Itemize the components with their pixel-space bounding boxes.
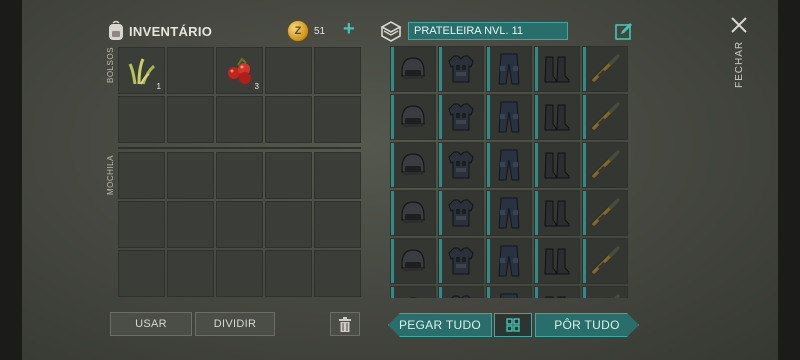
shelf-slot[interactable] [390, 94, 436, 140]
shelf-slot[interactable] [582, 46, 628, 92]
backpack-slot[interactable] [118, 201, 165, 248]
close-icon[interactable] [728, 14, 750, 36]
pocket-slot[interactable] [265, 47, 312, 94]
coin-icon: Z [287, 20, 309, 42]
backpack-slot[interactable] [265, 152, 312, 199]
coin-balance: Z 51 [287, 20, 325, 42]
grass-icon [128, 57, 155, 84]
backpack-slot[interactable] [216, 250, 263, 297]
backpack-slot[interactable] [216, 201, 263, 248]
shelf-slot[interactable] [582, 190, 628, 236]
backpack-slot[interactable] [314, 201, 361, 248]
pockets-grid: 1 3 [118, 47, 361, 143]
add-coins-button[interactable]: + [343, 19, 355, 39]
edit-name-icon[interactable] [615, 22, 633, 40]
shelf-scroll-area[interactable] [390, 46, 635, 298]
shelf-slot[interactable] [438, 238, 484, 284]
shelf-slot[interactable] [486, 238, 532, 284]
backpack-slot[interactable] [118, 152, 165, 199]
shelf-slot[interactable] [534, 46, 580, 92]
backpack-slot[interactable] [265, 201, 312, 248]
pocket-slot[interactable] [314, 96, 361, 143]
shelf-title: PRATELEIRA NVL. 11 [408, 22, 568, 40]
shelf-slot[interactable] [582, 142, 628, 188]
inventory-header: INVENTÁRIO [107, 16, 212, 46]
pocket-slot[interactable] [118, 96, 165, 143]
shelf-slot[interactable] [582, 94, 628, 140]
use-button[interactable]: USAR [110, 312, 192, 336]
shelf-slot[interactable] [438, 46, 484, 92]
shelf-slot[interactable] [534, 286, 580, 298]
shelf-slot[interactable] [390, 46, 436, 92]
backpack-slot[interactable] [265, 250, 312, 297]
shelf-header: PRATELEIRA NVL. 11 [380, 20, 568, 42]
shelf-slot[interactable] [534, 190, 580, 236]
backpack-slot[interactable] [216, 152, 263, 199]
item-quantity: 3 [254, 82, 259, 91]
pocket-slot[interactable] [265, 96, 312, 143]
coin-count: 51 [314, 25, 326, 37]
shelf-slot[interactable] [390, 142, 436, 188]
pockets-label: BOLSOS [106, 47, 115, 83]
take-all-button[interactable]: PEGAR TUDO [388, 313, 492, 337]
berries-icon [227, 56, 251, 84]
pocket-slot[interactable] [167, 96, 214, 143]
trash-button[interactable] [330, 312, 360, 336]
pocket-slot[interactable]: 1 [118, 47, 165, 94]
shelf-slot[interactable] [390, 286, 436, 298]
backpack-slot[interactable] [118, 250, 165, 297]
backpack-slot[interactable] [314, 152, 361, 199]
pocket-slot[interactable] [167, 47, 214, 94]
backpack-icon [109, 20, 123, 40]
backpack-slot[interactable] [167, 250, 214, 297]
shelf-slot[interactable] [486, 286, 532, 298]
backpack-label: MOCHILA [106, 155, 115, 195]
shelf-slot[interactable] [486, 190, 532, 236]
shelf-slot[interactable] [486, 94, 532, 140]
shelf-slot[interactable] [534, 238, 580, 284]
shelf-slot[interactable] [390, 190, 436, 236]
backpack-grid [118, 152, 361, 297]
shelf-slot[interactable] [438, 190, 484, 236]
pocket-slot[interactable] [314, 47, 361, 94]
sort-button[interactable] [494, 313, 532, 337]
shelf-slot[interactable] [438, 286, 484, 298]
shelf-slot[interactable] [534, 142, 580, 188]
game-screen: INVENTÁRIO Z 51 + BOLSOS MOCHILA 1 3 USA… [22, 0, 778, 360]
split-button[interactable]: DIVIDIR [195, 312, 275, 336]
shelf-slot[interactable] [438, 142, 484, 188]
shelf-slot[interactable] [534, 94, 580, 140]
backpack-slot[interactable] [167, 152, 214, 199]
item-quantity: 1 [156, 82, 161, 91]
pocket-slot[interactable] [216, 96, 263, 143]
backpack-slot[interactable] [314, 250, 361, 297]
close-label[interactable]: FECHAR [734, 41, 745, 88]
shelf-grid [390, 46, 628, 298]
shelf-slot[interactable] [486, 46, 532, 92]
pocket-slot[interactable]: 3 [216, 47, 263, 94]
backpack-slot[interactable] [167, 201, 214, 248]
section-divider [118, 147, 361, 149]
grid-sort-icon [506, 318, 520, 332]
inventory-title: INVENTÁRIO [129, 23, 213, 39]
put-all-button[interactable]: PÔR TUDO [535, 313, 639, 337]
shelf-slot[interactable] [486, 142, 532, 188]
shelf-slot[interactable] [438, 94, 484, 140]
shelf-slot[interactable] [582, 238, 628, 284]
shelf-slot[interactable] [582, 286, 628, 298]
shelf-box-icon [380, 21, 402, 42]
shelf-slot[interactable] [390, 238, 436, 284]
trash-icon [339, 316, 351, 332]
